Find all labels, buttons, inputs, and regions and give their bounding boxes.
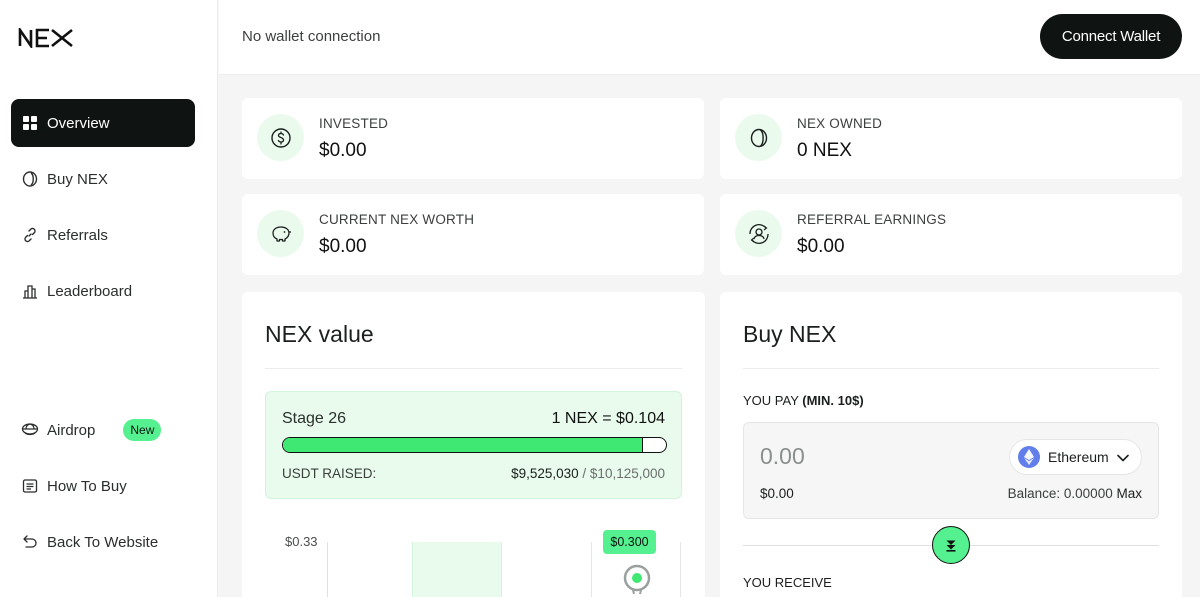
panel-title: NEX value <box>265 321 374 347</box>
pay-usd-value: $0.00 <box>760 486 794 501</box>
piggy-bank-icon <box>257 210 304 257</box>
document-icon <box>21 477 39 495</box>
raised-values: $9,525,030 / $10,125,000 <box>511 466 665 481</box>
top-header: No wallet connection Connect Wallet <box>219 0 1200 75</box>
sidebar-item-label: Leaderboard <box>47 282 133 300</box>
sidebar-item-how-to-buy[interactable]: How To Buy <box>11 462 195 510</box>
pay-amount-input[interactable] <box>760 443 940 470</box>
you-pay-text: YOU PAY <box>743 393 799 408</box>
token-name: Ethereum <box>1048 449 1109 465</box>
you-pay-label: YOU PAY (MIN. 10$) <box>743 393 864 408</box>
sidebar-item-back-to-website[interactable]: Back To Website <box>11 518 195 566</box>
balance-text: Balance: 0.00000 Max <box>1008 486 1142 501</box>
sidebar-item-label: Airdrop <box>47 421 96 439</box>
chart-axis <box>327 542 328 597</box>
chart-highlight-band <box>412 542 502 597</box>
logo-mark <box>18 28 73 48</box>
new-badge: New <box>123 419 162 441</box>
chart-axis-label: $0.33 <box>285 534 318 549</box>
bar-chart-icon <box>21 282 39 300</box>
ethereum-icon <box>1018 446 1040 468</box>
chart-gridline <box>680 542 681 597</box>
stage-progress-box: Stage 26 1 NEX = $0.104 USDT RAISED: $9,… <box>265 391 682 499</box>
buy-nex-panel: Buy NEX YOU PAY (MIN. 10$) $0.00 Ethereu… <box>720 292 1182 597</box>
sidebar-item-label: Buy NEX <box>47 170 108 188</box>
divider <box>265 368 682 369</box>
balance-value: Balance: 0.00000 <box>1007 486 1113 501</box>
sidebar: Overview Buy NEX Referrals Leaderboard A… <box>0 0 218 597</box>
stat-card-current-worth: CURRENT NEX WORTH $0.00 <box>242 194 704 275</box>
sidebar-item-airdrop[interactable]: Airdrop New <box>11 406 195 454</box>
panel-title: Buy NEX <box>743 321 837 347</box>
stat-label: NEX OWNED <box>797 116 883 131</box>
stat-card-referral-earnings: REFERRAL EARNINGS $0.00 <box>720 194 1182 275</box>
progress-fill <box>283 438 644 452</box>
raised-target: / $10,125,000 <box>582 466 665 481</box>
sidebar-item-label: How To Buy <box>47 477 127 495</box>
swap-direction-button[interactable] <box>932 526 970 564</box>
you-receive-label: YOU RECEIVE <box>743 575 832 590</box>
sidebar-item-label: Overview <box>47 114 110 132</box>
stat-value: 0 NEX <box>797 140 852 161</box>
stat-card-nex-owned: NEX OWNED 0 NEX <box>720 98 1182 179</box>
sidebar-item-buy-nex[interactable]: Buy NEX <box>11 155 195 203</box>
nex-logo[interactable] <box>18 28 74 48</box>
stat-value: $0.00 <box>319 236 367 257</box>
referral-cycle-icon <box>735 210 782 257</box>
nex-value-panel: NEX value Stage 26 1 NEX = $0.104 USDT R… <box>242 292 705 597</box>
sidebar-item-label: Referrals <box>47 226 108 244</box>
sidebar-item-leaderboard[interactable]: Leaderboard <box>11 267 195 315</box>
chart-price-tag: $0.300 <box>603 530 656 554</box>
chevron-down-icon <box>1116 449 1129 465</box>
double-chevron-down-icon <box>946 540 956 552</box>
coin-icon <box>735 114 782 161</box>
raised-label: USDT RAISED: <box>282 466 377 481</box>
stage-price: 1 NEX = $0.104 <box>551 410 665 427</box>
raised-amount: $9,525,030 <box>511 466 579 481</box>
sidebar-item-label: Back To Website <box>47 533 159 551</box>
stat-label: REFERRAL EARNINGS <box>797 212 947 227</box>
stat-value: $0.00 <box>319 140 367 161</box>
chart-gridline <box>591 542 592 597</box>
back-arrow-icon <box>21 533 39 551</box>
sidebar-item-referrals[interactable]: Referrals <box>11 211 195 259</box>
parachute-icon <box>21 421 39 439</box>
sidebar-item-overview[interactable]: Overview <box>11 99 195 147</box>
pay-box: $0.00 Ethereum Balance: 0.00000 Max <box>743 422 1159 519</box>
stat-card-invested: INVESTED $0.00 <box>242 98 704 179</box>
stat-value: $0.00 <box>797 236 845 257</box>
wallet-status: No wallet connection <box>242 28 381 45</box>
token-select[interactable]: Ethereum <box>1009 439 1142 475</box>
stat-label: INVESTED <box>319 116 389 131</box>
max-button[interactable]: Max <box>1116 486 1142 501</box>
stat-label: CURRENT NEX WORTH <box>319 212 475 227</box>
connect-wallet-button[interactable]: Connect Wallet <box>1040 14 1182 59</box>
grid-icon <box>21 114 39 132</box>
stage-progress-bar <box>282 437 667 453</box>
target-marker-icon <box>623 564 651 594</box>
link-icon <box>21 226 39 244</box>
divider <box>743 368 1159 369</box>
coin-icon <box>21 170 39 188</box>
stage-name: Stage 26 <box>282 410 347 427</box>
min-amount-text: (MIN. 10$) <box>802 393 864 408</box>
dollar-icon <box>257 114 304 161</box>
